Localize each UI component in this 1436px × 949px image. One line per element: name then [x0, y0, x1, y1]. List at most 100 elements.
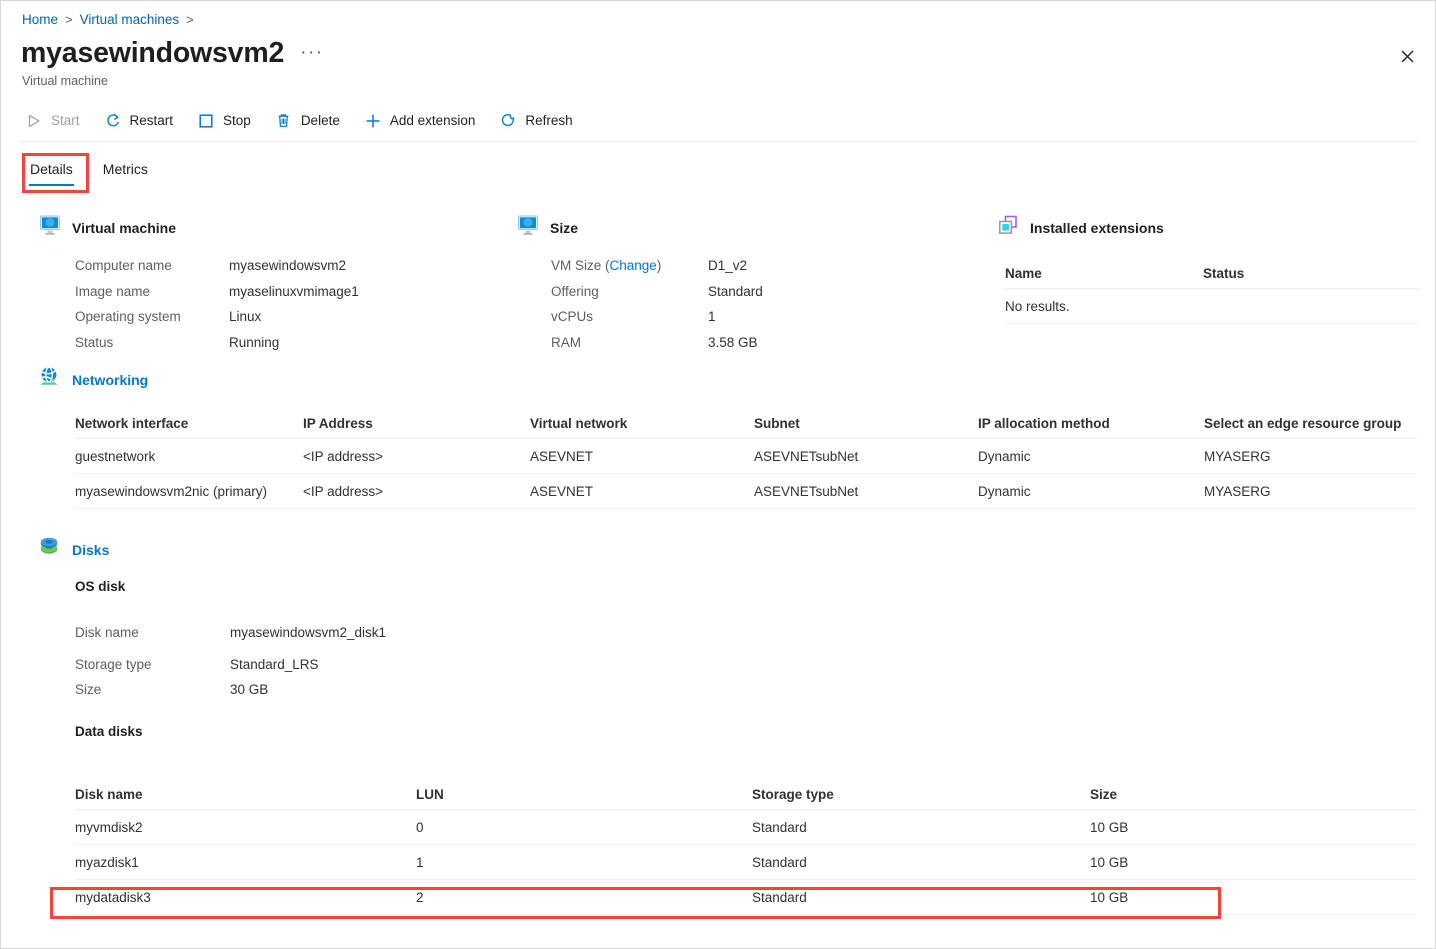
- change-size-link[interactable]: Change: [610, 258, 657, 273]
- label-offering: Offering: [551, 279, 708, 305]
- cell-size: 10 GB: [1090, 820, 1417, 835]
- section-header-size: Size: [517, 214, 578, 241]
- detail-row-status: Status Running: [75, 330, 495, 356]
- value-vcpus: 1: [708, 304, 716, 330]
- value-vm-size: D1_v2: [708, 253, 747, 279]
- close-blade-button[interactable]: [1393, 42, 1421, 70]
- label-computer-name: Computer name: [75, 253, 229, 279]
- cell-size: 10 GB: [1090, 890, 1417, 905]
- close-icon: [1401, 50, 1414, 63]
- virtual-machine-details: Computer name myasewindowsvm2 Image name…: [75, 253, 495, 355]
- section-title-disks[interactable]: Disks: [72, 542, 109, 558]
- stop-button[interactable]: Stop: [193, 106, 263, 136]
- table-row[interactable]: myasewindowsvm2nic (primary) <IP address…: [75, 474, 1417, 509]
- value-os-storage-type: Standard_LRS: [230, 652, 319, 677]
- restart-button[interactable]: Restart: [100, 106, 186, 136]
- section-header-virtual-machine: Virtual machine: [39, 214, 176, 241]
- cell-virtual-network: ASEVNET: [530, 449, 754, 464]
- cell-storage-type: Standard: [752, 890, 1090, 905]
- virtual-machine-icon: [39, 214, 61, 241]
- table-row[interactable]: myvmdisk2 0 Standard 10 GB: [75, 810, 1417, 845]
- refresh-button[interactable]: Refresh: [495, 106, 584, 136]
- label-os-size: Size: [75, 677, 230, 702]
- subheading-data-disks: Data disks: [75, 724, 143, 739]
- value-os-disk-name: myasewindowsvm2_disk1: [230, 614, 386, 652]
- label-os-disk-name: Disk name: [75, 614, 230, 652]
- breadcrumb-separator: >: [65, 10, 73, 30]
- table-header-row: Network interface IP Address Virtual net…: [75, 409, 1417, 439]
- section-header-installed-extensions: Installed extensions: [997, 214, 1164, 241]
- breadcrumb-item-home[interactable]: Home: [22, 10, 58, 30]
- cell-disk-name: mydatadisk3: [75, 890, 416, 905]
- data-disks-table: Disk name LUN Storage type Size myvmdisk…: [75, 780, 1417, 915]
- delete-button-label: Delete: [301, 113, 340, 128]
- column-header-virtual-network: Virtual network: [530, 416, 754, 431]
- extensions-icon: [997, 214, 1019, 241]
- tab-details[interactable]: Details: [28, 157, 75, 186]
- add-extension-button[interactable]: Add extension: [360, 106, 488, 136]
- page-subtitle: Virtual machine: [22, 72, 108, 90]
- cell-edge-resource-group: MYASERG: [1204, 449, 1417, 464]
- refresh-icon: [499, 112, 517, 130]
- value-status: Running: [229, 330, 279, 356]
- cell-network-interface: myasewindowsvm2nic (primary): [75, 484, 303, 499]
- table-row-empty: No results.: [1005, 289, 1419, 324]
- breadcrumb-item-virtual-machines[interactable]: Virtual machines: [80, 10, 180, 30]
- value-operating-system: Linux: [229, 304, 261, 330]
- tab-metrics[interactable]: Metrics: [101, 157, 150, 186]
- vm-details-blade: Home > Virtual machines > myasewindowsvm…: [1, 1, 1435, 948]
- table-row[interactable]: mydatadisk3 2 Standard 10 GB: [75, 880, 1417, 915]
- section-header-networking[interactable]: Networking: [37, 365, 148, 394]
- cell-ip-address: <IP address>: [303, 449, 530, 464]
- value-offering: Standard: [708, 279, 763, 305]
- delete-button[interactable]: Delete: [271, 106, 352, 136]
- command-bar-divider: [21, 141, 1417, 142]
- tab-details-label: Details: [30, 161, 73, 177]
- cell-network-interface: guestnetwork: [75, 449, 303, 464]
- empty-message: No results.: [1005, 299, 1403, 314]
- cell-lun: 1: [416, 855, 752, 870]
- table-row[interactable]: guestnetwork <IP address> ASEVNET ASEVNE…: [75, 439, 1417, 474]
- detail-row-offering: Offering Standard: [551, 279, 981, 305]
- os-disk-details: Disk name myasewindowsvm2_disk1 Storage …: [75, 614, 575, 702]
- cell-ip-allocation-method: Dynamic: [978, 484, 1204, 499]
- column-header-storage-type: Storage type: [752, 787, 1090, 802]
- detail-row-os-disk-name: Disk name myasewindowsvm2_disk1: [75, 614, 575, 652]
- value-computer-name: myasewindowsvm2: [229, 253, 346, 279]
- column-header-lun: LUN: [416, 787, 752, 802]
- column-header-status: Status: [1203, 266, 1403, 281]
- table-row[interactable]: myazdisk1 1 Standard 10 GB: [75, 845, 1417, 880]
- stop-button-label: Stop: [223, 113, 251, 128]
- section-title-networking[interactable]: Networking: [72, 372, 148, 388]
- detail-row-operating-system: Operating system Linux: [75, 304, 495, 330]
- tab-metrics-label: Metrics: [103, 161, 148, 177]
- refresh-button-label: Refresh: [525, 113, 572, 128]
- table-header-row: Disk name LUN Storage type Size: [75, 780, 1417, 810]
- section-title-virtual-machine: Virtual machine: [72, 220, 176, 236]
- cell-disk-name: myvmdisk2: [75, 820, 416, 835]
- label-os-storage-type: Storage type: [75, 652, 230, 677]
- installed-extensions-table: Name Status No results.: [1005, 259, 1419, 324]
- cell-subnet: ASEVNETsubNet: [754, 449, 978, 464]
- title-row: myasewindowsvm2 ···: [21, 35, 324, 71]
- play-icon: [25, 112, 43, 130]
- label-image-name: Image name: [75, 279, 229, 305]
- restart-button-label: Restart: [130, 113, 174, 128]
- section-header-disks[interactable]: Disks: [37, 535, 109, 564]
- label-vcpus: vCPUs: [551, 304, 708, 330]
- detail-row-vm-size: VM Size (Change) D1_v2: [551, 253, 981, 279]
- breadcrumb-separator-2: >: [186, 10, 194, 30]
- cell-virtual-network: ASEVNET: [530, 484, 754, 499]
- column-header-disk-name: Disk name: [75, 787, 416, 802]
- column-header-network-interface: Network interface: [75, 416, 303, 431]
- more-options-button[interactable]: ···: [300, 43, 323, 63]
- cell-lun: 2: [416, 890, 752, 905]
- start-button[interactable]: Start: [21, 106, 92, 136]
- label-status: Status: [75, 330, 229, 356]
- page-title: myasewindowsvm2: [21, 35, 284, 71]
- value-ram: 3.58 GB: [708, 330, 758, 356]
- cell-edge-resource-group: MYASERG: [1204, 484, 1417, 499]
- detail-row-computer-name: Computer name myasewindowsvm2: [75, 253, 495, 279]
- section-title-size: Size: [550, 220, 578, 236]
- label-ram: RAM: [551, 330, 708, 356]
